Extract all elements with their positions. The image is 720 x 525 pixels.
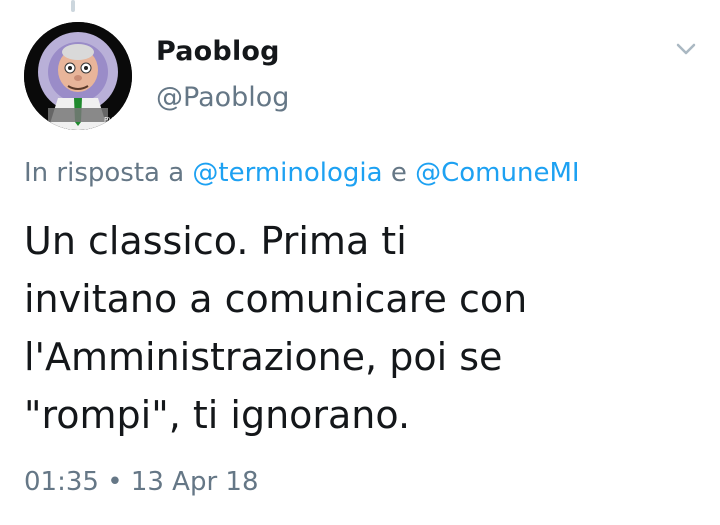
- tweet-date: 13 Apr 18: [130, 467, 259, 497]
- author-display-name[interactable]: Paoblog: [156, 36, 280, 67]
- reply-context: In risposta a @terminologia e @ComuneMI: [24, 158, 580, 188]
- mention-link-comunemi[interactable]: @ComuneMI: [415, 158, 579, 188]
- tweet-options-button[interactable]: [672, 38, 700, 60]
- thread-connector-line: [71, 0, 75, 12]
- reply-connector: e: [382, 158, 416, 188]
- tweet-text: Un classico. Prima ti invitano a comunic…: [24, 219, 528, 437]
- timestamp-separator: •: [98, 467, 131, 497]
- reply-prefix: In risposta a: [24, 158, 193, 188]
- author-handle[interactable]: @Paoblog: [156, 82, 289, 113]
- cartoon-avatar-icon: PV: [24, 22, 132, 130]
- avatar[interactable]: PV: [24, 22, 132, 130]
- avatar-badge: PV: [104, 116, 113, 124]
- mention-link-terminologia[interactable]: @terminologia: [192, 158, 382, 188]
- tweet-time: 01:35: [24, 467, 99, 497]
- tweet-timestamp[interactable]: 01:35 • 13 Apr 18: [24, 467, 259, 497]
- chevron-down-icon: [676, 43, 696, 55]
